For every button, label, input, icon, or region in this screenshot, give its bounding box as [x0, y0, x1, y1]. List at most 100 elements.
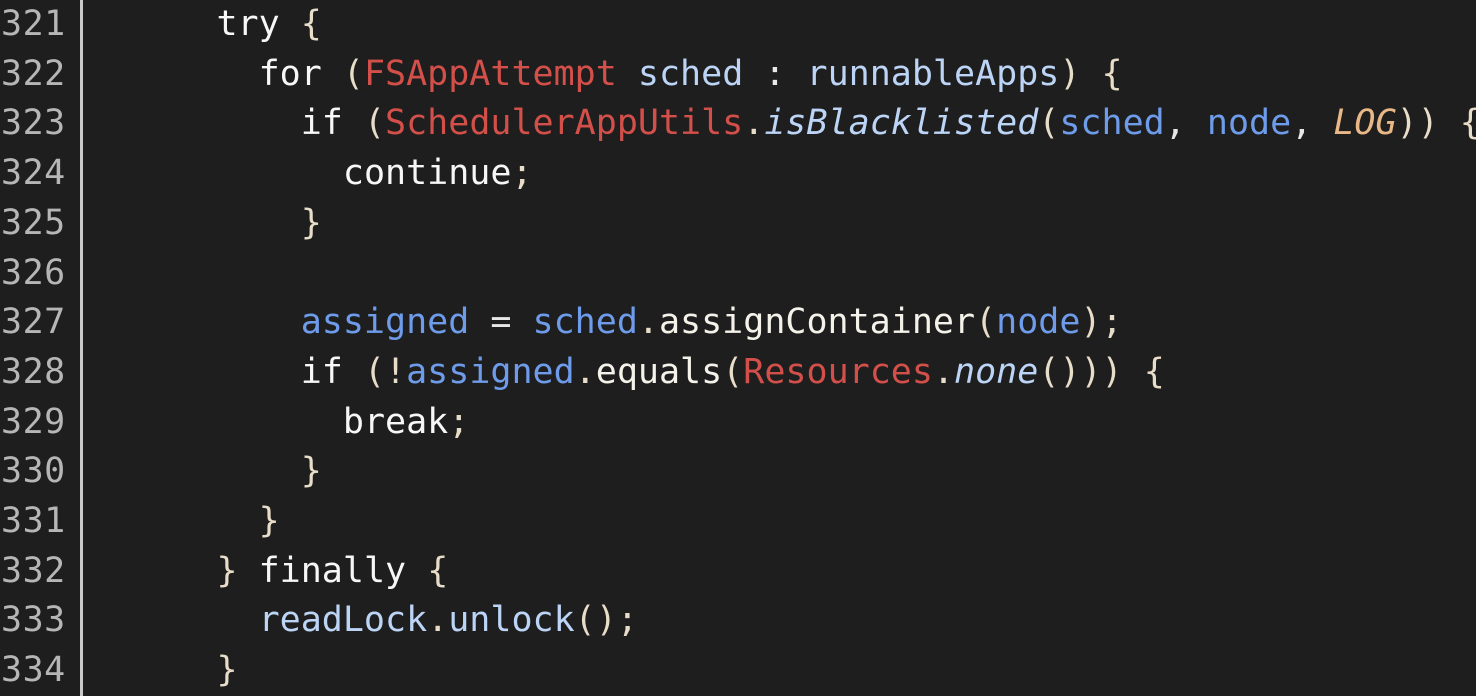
line-number: 333 [1, 600, 66, 641]
code-line[interactable]: } [90, 497, 1476, 547]
token-punct: ; [1101, 302, 1123, 343]
line-number: 329 [1, 401, 66, 442]
token-keyword: break [342, 401, 449, 442]
token-punct: } [300, 202, 322, 243]
code-line[interactable]: if (SchedulerAppUtils.isBlacklisted(sche… [90, 99, 1476, 149]
line-number-list: 321 322 323 324 325 326 327 328 329 330 331 332 333 3… [0, 0, 83, 696]
token-punct: ( [975, 302, 997, 343]
token-punct: . [574, 351, 596, 392]
line-number: 327 [1, 302, 66, 343]
token-keyword: if [300, 351, 343, 392]
token-keyword: try [216, 4, 280, 44]
token-field: sched [637, 53, 744, 94]
code-line[interactable]: continue; [90, 149, 1476, 199]
code-line[interactable]: } finally { [90, 547, 1476, 597]
token-punct: } [216, 650, 238, 691]
token-op: : [764, 53, 786, 94]
token-keyword: if [300, 103, 343, 144]
token-punct: ( [342, 53, 364, 94]
line-number-gutter[interactable]: 321 322 323 324 325 326 327 328 329 330 331 332 333 3… [0, 0, 83, 696]
line-number: 330 [1, 451, 66, 492]
code-line[interactable]: if (!assigned.equals(Resources.none())) … [90, 348, 1476, 398]
token-type: FSAppAttempt [363, 53, 617, 94]
code-line[interactable]: try { [90, 0, 1476, 50]
code-line[interactable]: assigned = sched.assignContainer(node); [90, 298, 1476, 348]
line-number: 323 [1, 103, 66, 144]
token-field: readLock [258, 600, 428, 641]
token-punct: . [743, 103, 765, 144]
token-field: unlock [448, 600, 575, 641]
token-punct: . [427, 600, 449, 641]
token-var: assigned [300, 302, 470, 343]
token-op: , [1164, 103, 1186, 144]
token-const: LOG [1333, 103, 1397, 144]
line-number: 334 [1, 650, 66, 691]
code-line[interactable]: readLock.unlock(); [90, 596, 1476, 646]
code-editor[interactable]: 321 322 323 324 325 326 327 328 329 330 331 332 333 3… [0, 0, 1476, 696]
code-line[interactable]: } [90, 199, 1476, 249]
token-static: none [954, 351, 1039, 392]
token-punct: ) [1059, 53, 1081, 94]
token-var: node [996, 302, 1081, 343]
token-punct: ; [511, 153, 533, 194]
line-number: 328 [1, 351, 66, 392]
line-number: 322 [1, 53, 66, 94]
token-punct: ; [448, 401, 470, 442]
token-punct: ( [1038, 351, 1060, 392]
token-punct: . [932, 351, 955, 392]
token-punct: ) [1059, 351, 1081, 392]
token-punct: } [300, 451, 322, 492]
line-number: 325 [1, 202, 66, 243]
code-line[interactable]: break; [90, 398, 1476, 448]
token-var: node [1206, 103, 1292, 144]
code-line[interactable]: } [90, 447, 1476, 497]
token-punct: { [1101, 53, 1123, 94]
token-field: runnableApps [806, 53, 1060, 94]
token-punct: ) [595, 600, 617, 641]
token-punct: ( [722, 351, 744, 392]
token-punct: { [1460, 103, 1476, 143]
token-punct: ( [363, 351, 386, 392]
line-number: 326 [1, 252, 66, 293]
token-op: = [490, 302, 512, 343]
token-punct: ! [385, 351, 407, 392]
line-number: 332 [1, 550, 66, 591]
code-line-list: try { for (FSAppAttempt sched : runnable… [90, 0, 1476, 696]
token-punct: { [427, 550, 449, 591]
line-number: 324 [1, 153, 66, 194]
token-type: SchedulerAppUtils [385, 103, 744, 144]
code-line[interactable] [90, 249, 1476, 299]
token-static: isBlacklisted [764, 103, 1039, 144]
token-punct: ) [1417, 103, 1439, 144]
token-method: equals [595, 351, 723, 392]
line-number: 321 [1, 4, 66, 44]
token-op: , [1291, 103, 1313, 144]
code-line[interactable]: } [90, 646, 1476, 696]
token-punct: } [216, 550, 238, 591]
line-number: 331 [1, 501, 66, 542]
code-content-area[interactable]: try { for (FSAppAttempt sched : runnable… [83, 0, 1476, 696]
token-var: assigned [406, 351, 575, 392]
token-punct: { [300, 4, 322, 44]
code-line[interactable]: for (FSAppAttempt sched : runnableApps) … [90, 50, 1476, 100]
